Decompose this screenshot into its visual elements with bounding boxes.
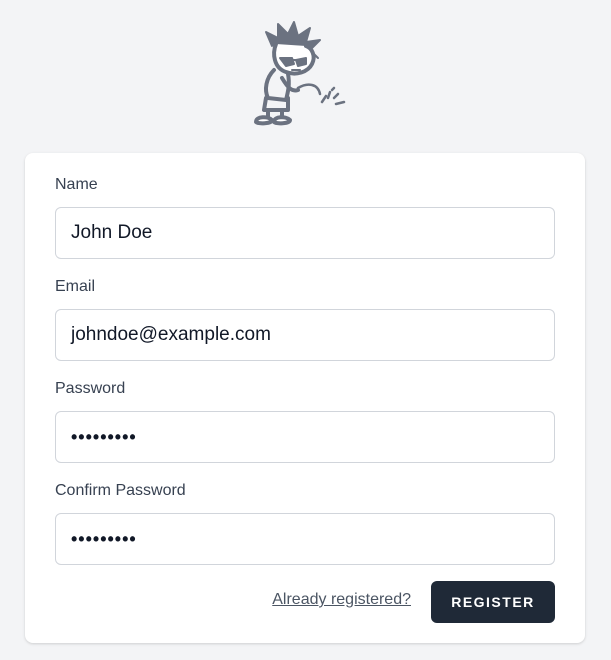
name-field-group: Name John Doe <box>55 175 555 259</box>
register-page: Name John Doe Email johndoe@example.com … <box>0 0 611 660</box>
email-label: Email <box>55 278 96 295</box>
logo[interactable] <box>248 18 360 128</box>
register-button[interactable]: REGISTER <box>431 581 555 623</box>
password-label: Password <box>55 380 126 397</box>
email-field-group: Email johndoe@example.com <box>55 277 555 361</box>
password-field-group: Password ••••••••• <box>55 379 555 463</box>
already-registered-link[interactable]: Already registered? <box>272 591 411 609</box>
confirm-password-field-group: Confirm Password ••••••••• <box>55 481 555 565</box>
register-form-card: Name John Doe Email johndoe@example.com … <box>25 153 585 643</box>
name-input[interactable]: John Doe <box>55 207 555 259</box>
email-input[interactable]: johndoe@example.com <box>55 309 555 361</box>
password-input[interactable]: ••••••••• <box>55 411 555 463</box>
confirm-password-label: Confirm Password <box>55 482 186 499</box>
name-label: Name <box>55 176 98 193</box>
peeing-boy-logo-icon <box>254 21 346 126</box>
confirm-password-input[interactable]: ••••••••• <box>55 513 555 565</box>
form-actions: Already registered? REGISTER <box>55 581 555 623</box>
